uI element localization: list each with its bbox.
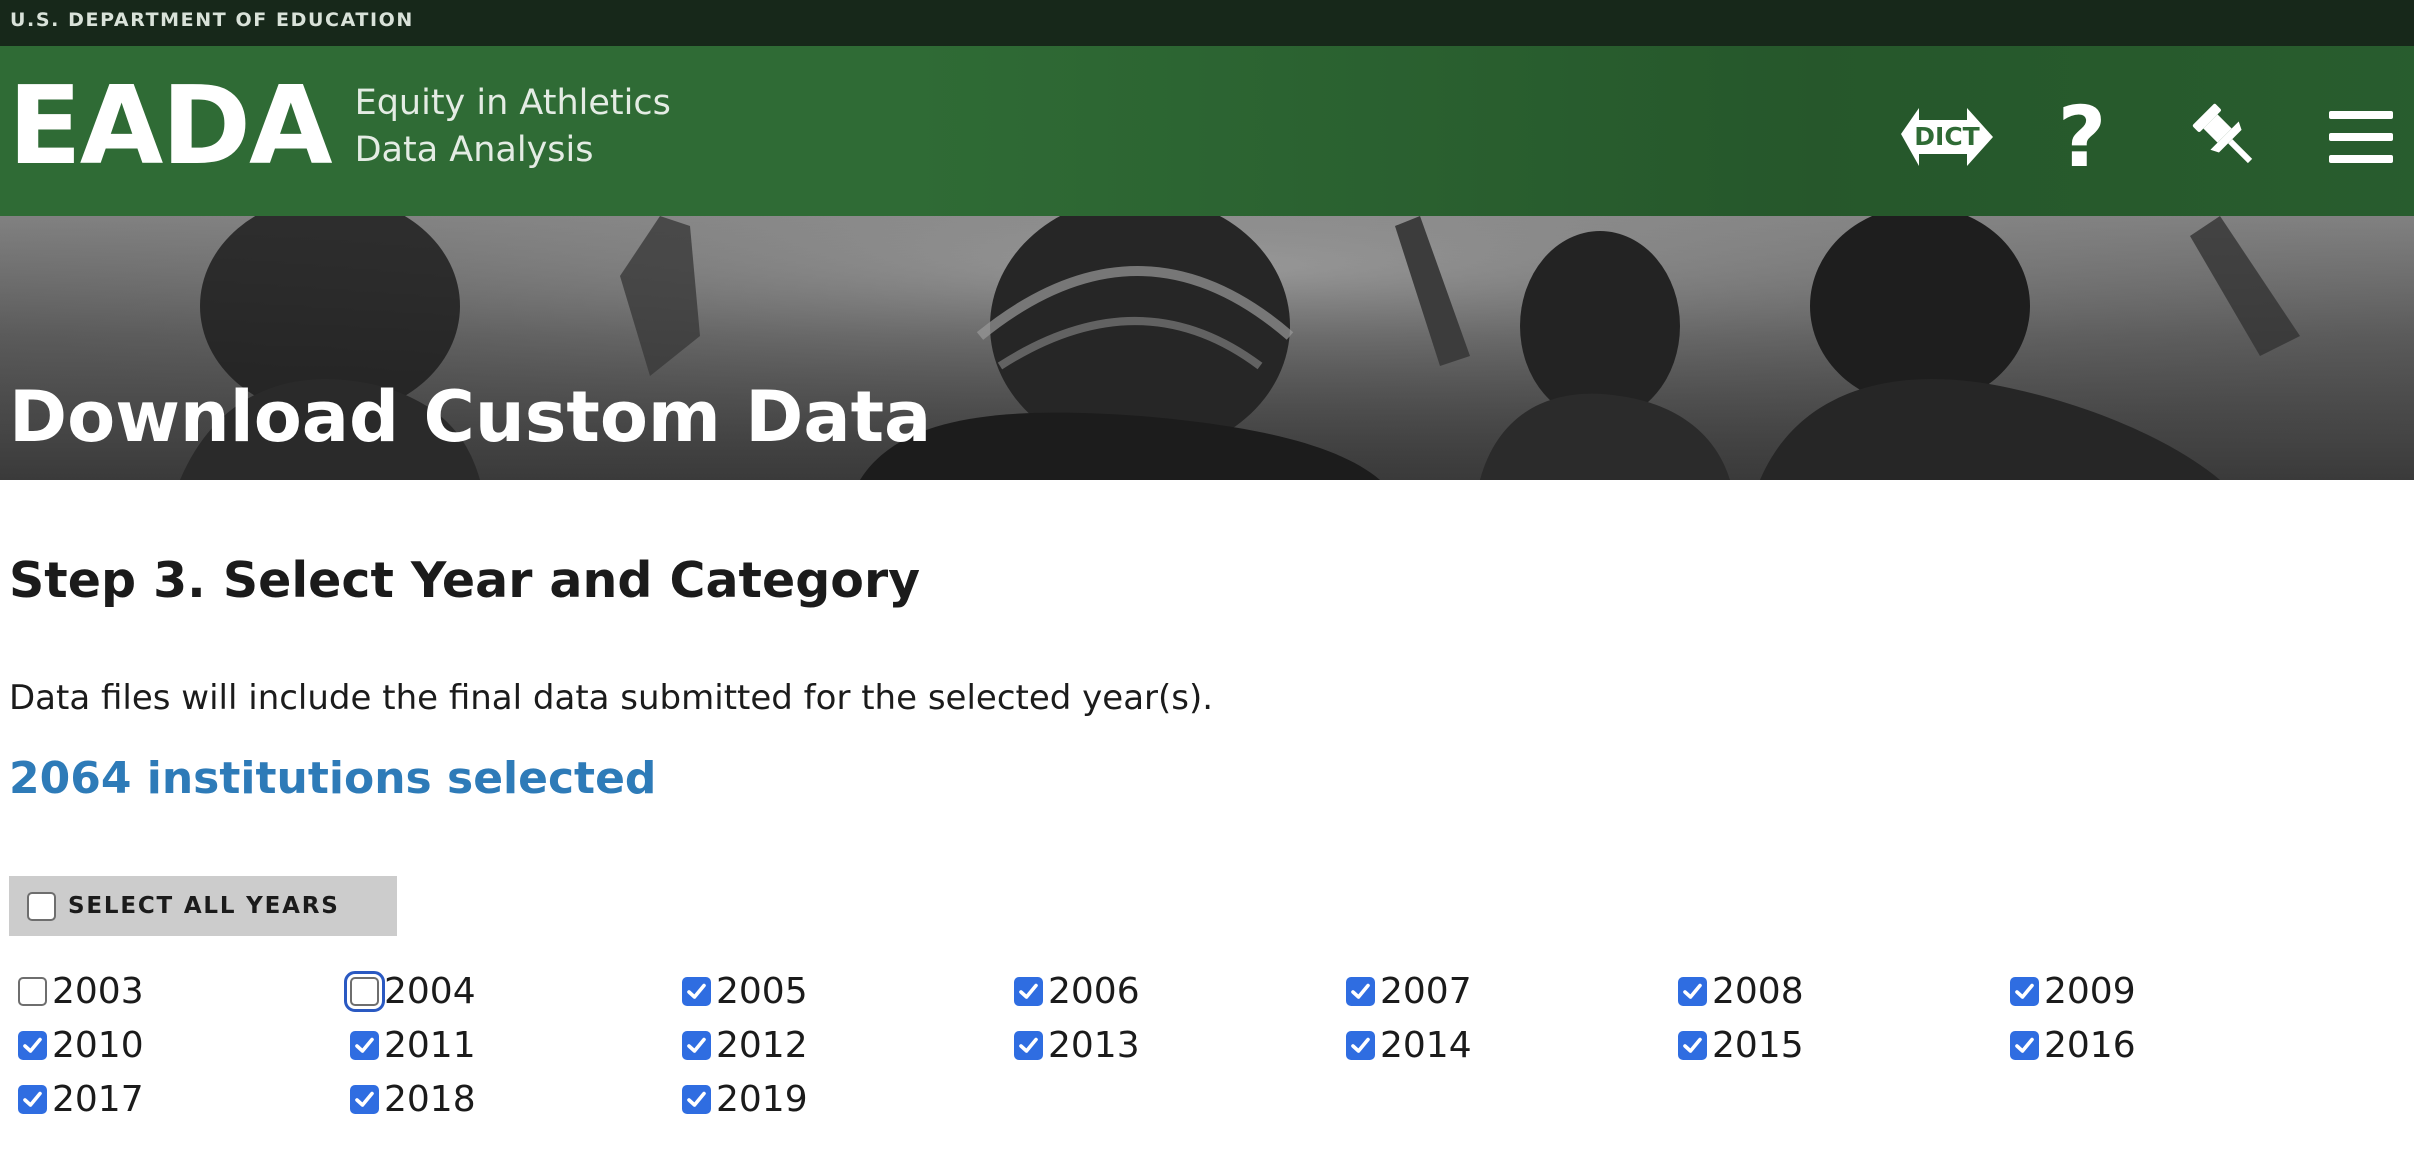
year-label: 2004 (384, 970, 476, 1012)
dictionary-icon: DICT (1901, 108, 1993, 166)
year-option[interactable]: 2005 (682, 964, 1014, 1018)
help-button[interactable]: ? (2042, 92, 2122, 182)
logo-wordmark: EADA (8, 64, 333, 189)
year-option[interactable]: 2009 (2010, 964, 2342, 1018)
year-checkbox[interactable] (1014, 976, 1043, 1006)
year-label: 2015 (1712, 1024, 1804, 1066)
institutions-selected-count: 2064 institutions selected (9, 753, 657, 804)
dictionary-button[interactable]: DICT (1892, 92, 2002, 182)
year-label: 2014 (1380, 1024, 1472, 1066)
year-option[interactable]: 2007 (1346, 964, 1678, 1018)
year-label: 2010 (52, 1024, 144, 1066)
year-checkbox[interactable] (2010, 1030, 2039, 1060)
select-all-years-label: SELECT ALL YEARS (68, 893, 340, 919)
year-label: 2018 (384, 1078, 476, 1120)
site-logo[interactable]: EADA Equity in Athletics Data Analysis (8, 72, 671, 182)
year-option[interactable]: 2011 (350, 1018, 682, 1072)
year-checkbox[interactable] (18, 1030, 47, 1060)
year-label: 2003 (52, 970, 144, 1012)
year-label: 2005 (716, 970, 808, 1012)
logo-subtitle: Equity in Athletics Data Analysis (355, 80, 671, 174)
header-toolbar: DICT ? (1814, 92, 2414, 182)
year-label: 2009 (2044, 970, 2136, 1012)
gov-agency-bar: U.S. DEPARTMENT OF EDUCATION (0, 0, 2414, 46)
year-option[interactable]: 2012 (682, 1018, 1014, 1072)
year-option[interactable]: 2015 (1678, 1018, 2010, 1072)
year-label: 2007 (1380, 970, 1472, 1012)
year-option[interactable]: 2013 (1014, 1018, 1346, 1072)
year-checkbox-grid: 2003 2004 2005 2006 2007 2008 2009 2010 2011 2012… (18, 964, 2398, 1126)
year-option[interactable]: 2018 (350, 1072, 682, 1126)
year-label: 2019 (716, 1078, 808, 1120)
year-checkbox[interactable] (1678, 1030, 1707, 1060)
year-option[interactable]: 2017 (18, 1072, 350, 1126)
pin-button[interactable] (2181, 92, 2271, 182)
logo-subtitle-line-1: Equity in Athletics (354, 83, 671, 123)
step-title: Step 3. Select Year and Category (9, 552, 921, 609)
page-title: Download Custom Data (9, 376, 932, 458)
year-label: 2016 (2044, 1024, 2136, 1066)
year-option[interactable]: 2003 (18, 964, 350, 1018)
year-label: 2006 (1048, 970, 1140, 1012)
hero-banner: Download Custom Data (0, 216, 2414, 480)
year-option[interactable]: 2006 (1014, 964, 1346, 1018)
year-label: 2013 (1048, 1024, 1140, 1066)
year-option[interactable]: 2019 (682, 1072, 1014, 1126)
year-checkbox[interactable] (350, 1030, 379, 1060)
pin-icon (2192, 103, 2253, 164)
logo-subtitle-line-2: Data Analysis (354, 130, 594, 170)
step-description: Data files will include the final data s… (9, 678, 1214, 718)
year-checkbox[interactable] (1678, 976, 1707, 1006)
year-label: 2011 (384, 1024, 476, 1066)
year-option[interactable]: 2008 (1678, 964, 2010, 1018)
year-checkbox[interactable] (682, 1084, 711, 1114)
year-option[interactable]: 2014 (1346, 1018, 1678, 1072)
year-checkbox[interactable] (18, 1084, 47, 1114)
site-header: EADA Equity in Athletics Data Analysis D… (0, 46, 2414, 216)
year-checkbox[interactable] (18, 976, 47, 1006)
select-all-years-checkbox[interactable] (27, 891, 56, 921)
year-checkbox[interactable] (1346, 976, 1375, 1006)
year-label: 2012 (716, 1024, 808, 1066)
menu-icon (2329, 111, 2393, 163)
year-option[interactable]: 2010 (18, 1018, 350, 1072)
year-label: 2008 (1712, 970, 1804, 1012)
year-checkbox[interactable] (682, 976, 711, 1006)
year-label: 2017 (52, 1078, 144, 1120)
year-checkbox[interactable] (2010, 976, 2039, 1006)
year-checkbox[interactable] (682, 1030, 711, 1060)
year-option[interactable]: 2016 (2010, 1018, 2342, 1072)
menu-button[interactable] (2321, 92, 2401, 182)
dictionary-icon-label: DICT (1914, 122, 1979, 151)
year-checkbox[interactable] (350, 1084, 379, 1114)
select-all-years-toggle[interactable]: SELECT ALL YEARS (9, 876, 397, 936)
year-checkbox[interactable] (1346, 1030, 1375, 1060)
help-icon: ? (2057, 88, 2107, 186)
year-checkbox[interactable] (1014, 1030, 1043, 1060)
year-option[interactable]: 2004 (344, 964, 682, 1018)
year-checkbox[interactable] (344, 970, 385, 1012)
